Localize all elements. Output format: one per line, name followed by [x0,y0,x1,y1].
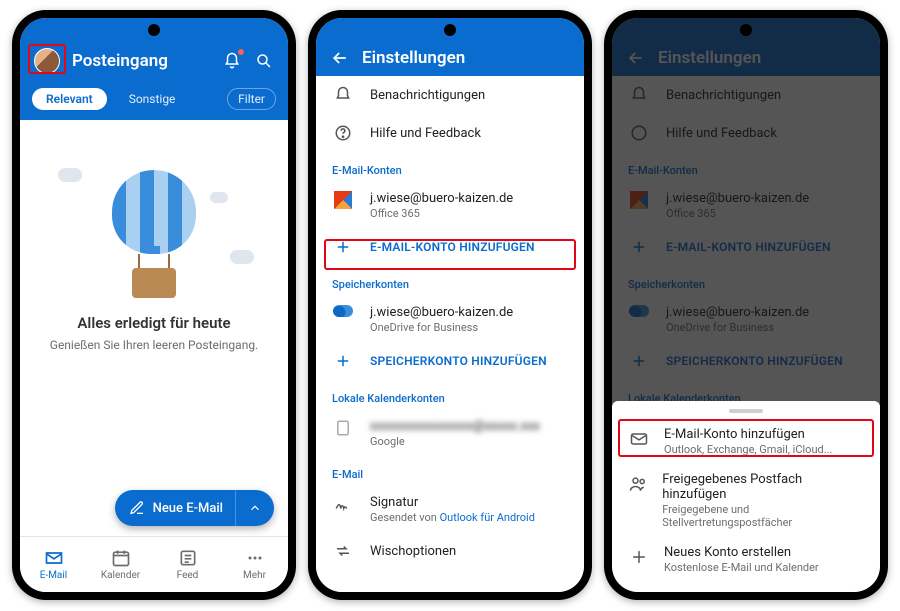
help-icon [332,124,354,142]
section-local: Lokale Kalenderkonten [316,380,584,411]
tab-email[interactable]: E-Mail [20,537,87,592]
account-email: j.wiese@buero-kaizen.de [370,191,568,206]
back-icon[interactable] [330,48,350,68]
sheet-title: Freigegebenes Postfach hinzufügen [662,472,864,502]
empty-inbox: Alles erledigt für heute Genießen Sie Ih… [20,120,288,450]
signature-sub: Gesendet von Outlook für Android [370,511,568,524]
tab-calendar[interactable]: Kalender [87,537,154,592]
row-add-email-account[interactable]: E-MAIL-KONTO HINZUFÜGEN [316,228,584,266]
row-local-account[interactable]: xxxxxxxxxxxxxxxx@xxxxx.xxx Google [316,411,584,456]
row-label: Wischoptionen [370,544,456,559]
empty-title: Alles erledigt für heute [40,314,268,332]
account-type: Office 365 [370,207,568,220]
row-signature[interactable]: Signatur Gesendet von Outlook für Androi… [316,487,584,532]
calendar-icon [111,548,131,568]
row-storage-account[interactable]: j.wiese@buero-kaizen.de OneDrive for Bus… [316,297,584,342]
row-swipe[interactable]: Wischoptionen [316,532,584,570]
cloud-icon [230,250,254,264]
office-icon [332,191,354,209]
tab-label: Kalender [101,570,140,581]
onedrive-icon [332,305,354,317]
sheet-create-account[interactable]: Neues Konto erstellen Kostenlose E-Mail … [612,537,880,582]
sheet-title: Neues Konto erstellen [664,545,819,560]
search-icon[interactable] [254,51,274,71]
row-label: E-MAIL-KONTO HINZUFÜGEN [370,240,535,254]
signature-icon [332,495,354,513]
avatar[interactable] [34,48,60,74]
storage-email: j.wiese@buero-kaizen.de [370,305,568,320]
sheet-add-shared-mailbox[interactable]: Freigegebenes Postfach hinzufügen Freige… [612,464,880,537]
filter-button[interactable]: Filter [227,88,276,110]
sheet-sub: Outlook, Exchange, Gmail, iCloud... [664,443,832,456]
compose-icon [129,500,145,516]
sheet-add-email-account[interactable]: E-Mail-Konto hinzufügen Outlook, Exchang… [612,419,880,464]
plus-icon [332,238,354,256]
section-accounts: E-Mail-Konten [316,152,584,183]
balloon-illustration [112,170,196,298]
plus-icon [332,352,354,370]
mail-icon [628,427,650,449]
bell-icon [332,86,354,104]
storage-type: OneDrive for Business [370,321,568,334]
page-title: Posteingang [72,51,210,71]
plus-icon [628,545,650,567]
tab-more[interactable]: Mehr [221,537,288,592]
row-help[interactable]: Hilfe und Feedback [316,114,584,152]
more-icon [245,548,265,568]
row-label: Signatur [370,495,568,510]
local-email: xxxxxxxxxxxxxxxx@xxxxx.xxx [370,419,568,434]
tab-label: Mehr [243,570,266,581]
account-icon [332,419,354,437]
compose-chevron[interactable] [235,490,274,526]
local-type: Google [370,435,568,448]
row-label: Benachrichtigungen [370,88,485,103]
row-label: SPEICHERKONTO HINZUFÜGEN [370,354,547,368]
row-add-storage[interactable]: SPEICHERKONTO HINZUFÜGEN [316,342,584,380]
empty-subtitle: Genießen Sie Ihren leeren Posteingang. [40,338,268,352]
notifications-icon[interactable] [222,51,242,71]
section-email: E-Mail [316,456,584,487]
cloud-icon [58,168,82,182]
row-notifications[interactable]: Benachrichtigungen [316,76,584,114]
mail-icon [44,548,64,568]
sheet-handle[interactable] [729,409,763,413]
sheet-sub: Freigegebene und Stellvertretungspostfäc… [662,503,864,529]
bottom-sheet: E-Mail-Konto hinzufügen Outlook, Exchang… [612,401,880,592]
swipe-icon [332,542,354,560]
tab-label: Feed [177,570,199,581]
tab-feed[interactable]: Feed [154,537,221,592]
row-label: Hilfe und Feedback [370,126,481,141]
bottom-nav: E-Mail Kalender Feed Mehr [20,536,288,592]
tab-other[interactable]: Sonstige [115,88,190,110]
cloud-icon [210,192,228,203]
feed-icon [178,548,198,568]
sheet-sub: Kostenlose E-Mail und Kalender [664,561,819,574]
compose-fab[interactable]: Neue E-Mail [115,490,274,526]
compose-label: Neue E-Mail [153,501,223,516]
page-title: Einstellungen [362,48,570,68]
people-icon [628,472,648,494]
tab-relevant[interactable]: Relevant [32,88,107,110]
sheet-title: E-Mail-Konto hinzufügen [664,427,832,442]
row-account[interactable]: j.wiese@buero-kaizen.de Office 365 [316,183,584,228]
section-storage: Speicherkonten [316,266,584,297]
tab-label: E-Mail [40,570,67,581]
